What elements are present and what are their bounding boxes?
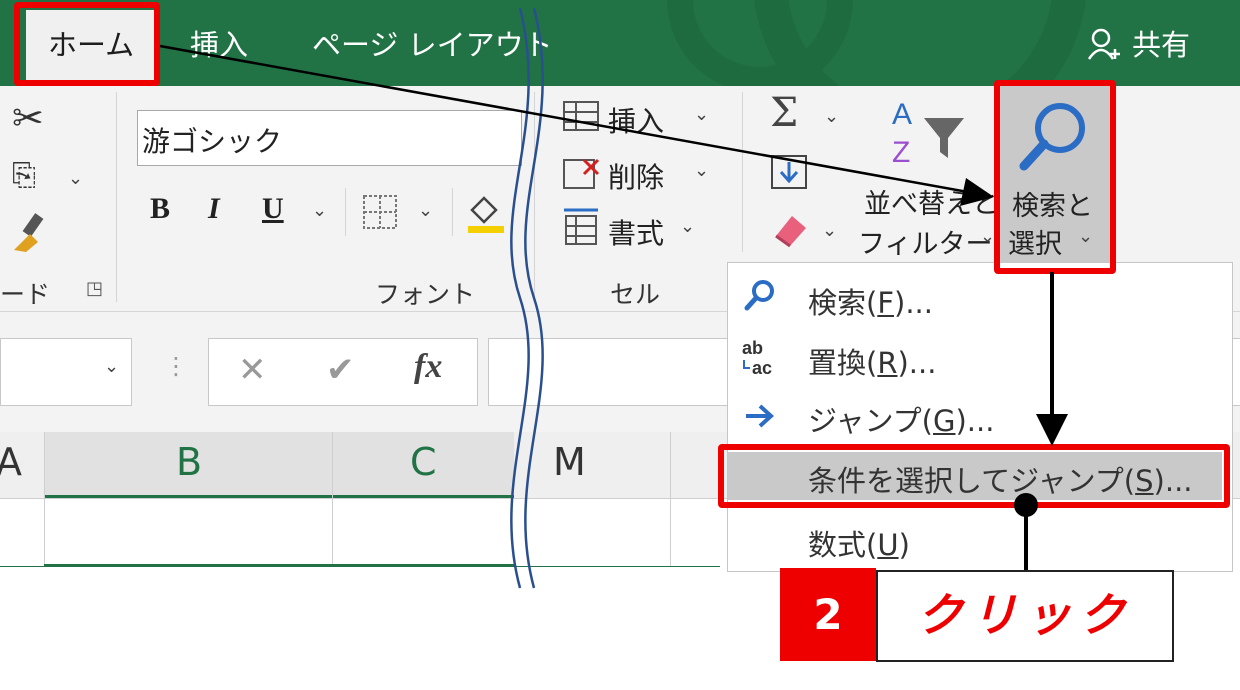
step-label-click: クリック: [876, 570, 1174, 662]
step-number-badge: 2: [780, 568, 876, 661]
